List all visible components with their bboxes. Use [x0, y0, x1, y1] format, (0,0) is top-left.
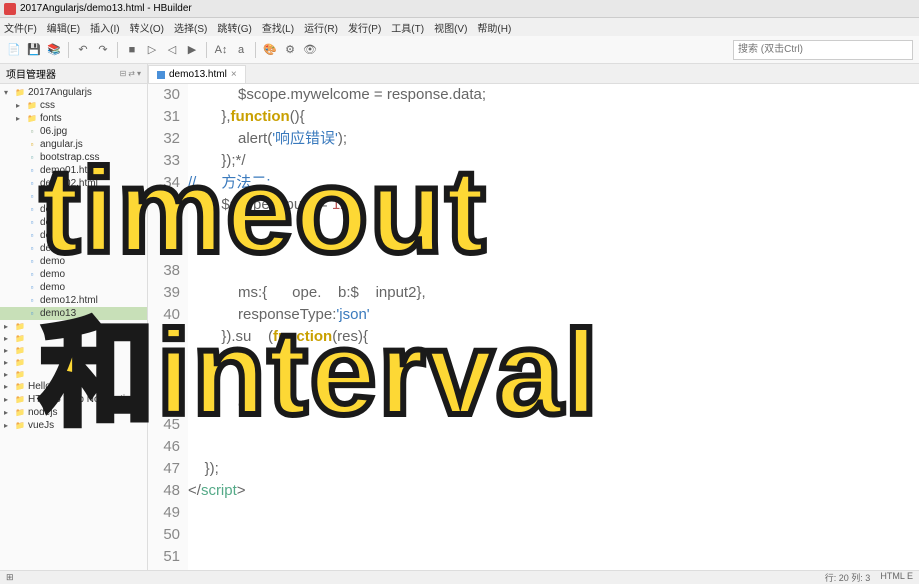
preview-icon[interactable]: 👁 — [302, 42, 318, 58]
tree-item[interactable]: ▸📁Hello — [0, 380, 147, 393]
title-bar: 2017Angularjs/demo13.html - HBuilder — [0, 0, 919, 18]
menu-item[interactable]: 插入(I) — [90, 20, 119, 35]
code-area[interactable]: 3031323334353637383940414243444546474849… — [148, 84, 919, 570]
file-tree: ▾📁2017Angularjs▸📁css▸📁fonts▫06.jpg▫angul… — [0, 84, 147, 570]
editor-tab-active[interactable]: demo13.html × — [148, 65, 246, 83]
tree-item[interactable]: ▫demo — [0, 203, 147, 216]
editor: demo13.html × 30313233343536373839404142… — [148, 64, 919, 570]
status-left: ⊞ — [6, 572, 14, 583]
next-icon[interactable]: ▶ — [184, 42, 200, 58]
font-size-icon[interactable]: A↕ — [213, 42, 229, 58]
menu-item[interactable]: 视图(V) — [434, 20, 467, 35]
tree-item[interactable]: ▫demo — [0, 229, 147, 242]
settings-icon[interactable]: ⚙ — [282, 42, 298, 58]
tree-item[interactable]: ▸📁 — [0, 368, 147, 380]
title-text: 2017Angularjs/demo13.html - HBuilder — [20, 3, 192, 14]
tree-item[interactable]: ▫demo02.html — [0, 177, 147, 190]
run-icon[interactable]: ▷ — [144, 42, 160, 58]
menu-item[interactable]: 选择(S) — [174, 20, 207, 35]
file-icon — [157, 71, 165, 79]
prev-icon[interactable]: ◁ — [164, 42, 180, 58]
search-input[interactable] — [733, 40, 913, 60]
tree-item[interactable]: ▫angular.js — [0, 138, 147, 151]
stop-icon[interactable]: ■ — [124, 42, 140, 58]
sidebar-header: 项目管理器 ⊟ ⇄ ▾ — [0, 64, 147, 84]
collapse-icon[interactable]: ⊟ — [120, 69, 127, 78]
tree-item[interactable]: ▸📁HTML5 Web Notification — [0, 393, 147, 406]
menu-item[interactable]: 文件(F) — [4, 20, 37, 35]
sidebar: 项目管理器 ⊟ ⇄ ▾ ▾📁2017Angularjs▸📁css▸📁fonts▫… — [0, 64, 148, 570]
color-icon[interactable]: 🎨 — [262, 42, 278, 58]
tree-item[interactable]: ▸📁vueJs — [0, 419, 147, 432]
code-content[interactable]: $scope.mywelcome = response.data; },func… — [188, 84, 919, 570]
tree-item[interactable]: ▫demo01.html — [0, 164, 147, 177]
tree-item[interactable]: ▸📁 — [0, 320, 147, 332]
save-icon[interactable]: 💾 — [26, 42, 42, 58]
back-icon[interactable]: ↶ — [75, 42, 91, 58]
menu-item[interactable]: 跳转(G) — [217, 20, 251, 35]
cursor-position: 行: 20 列: 3 — [825, 571, 871, 584]
menu-item[interactable]: 转义(O) — [130, 20, 164, 35]
tree-item[interactable]: ▫demo — [0, 190, 147, 203]
link-icon[interactable]: ⇄ — [128, 69, 135, 78]
editor-tabs: demo13.html × — [148, 64, 919, 84]
tree-item[interactable]: ▫demo12.html — [0, 294, 147, 307]
tree-item[interactable]: ▫bootstrap.css — [0, 151, 147, 164]
menu-bar: 文件(F) 编辑(E) 插入(I) 转义(O) 选择(S) 跳转(G) 查找(L) 运行(R)… — [0, 18, 919, 36]
forward-icon[interactable]: ↷ — [95, 42, 111, 58]
close-icon[interactable]: × — [231, 69, 237, 80]
menu-icon[interactable]: ▾ — [137, 69, 141, 78]
menu-item[interactable]: 工具(T) — [391, 20, 424, 35]
tree-item[interactable]: ▸📁 — [0, 332, 147, 344]
tree-item[interactable]: ▫demo — [0, 268, 147, 281]
status-bar: ⊞ 行: 20 列: 3 HTML E — [0, 570, 919, 584]
tree-item[interactable]: ▸📁 — [0, 356, 147, 368]
tree-item[interactable]: ▫demo — [0, 242, 147, 255]
text-icon[interactable]: a — [233, 42, 249, 58]
tree-item[interactable]: ▸📁nodejs — [0, 406, 147, 419]
sidebar-title: 项目管理器 — [6, 66, 56, 81]
tree-item[interactable]: ▸📁css — [0, 99, 147, 112]
save-all-icon[interactable]: 📚 — [46, 42, 62, 58]
tree-item[interactable]: ▫06.jpg — [0, 125, 147, 138]
new-icon[interactable]: 📄 — [6, 42, 22, 58]
tree-item[interactable]: ▫demo — [0, 216, 147, 229]
menu-item[interactable]: 查找(L) — [262, 20, 294, 35]
tree-item[interactable]: ▫demo13 — [0, 307, 147, 320]
tree-item[interactable]: ▸📁fonts — [0, 112, 147, 125]
menu-item[interactable]: 编辑(E) — [47, 20, 80, 35]
menu-item[interactable]: 运行(R) — [304, 20, 338, 35]
line-gutter: 3031323334353637383940414243444546474849… — [148, 84, 188, 570]
tree-item[interactable]: ▫demo — [0, 255, 147, 268]
tab-label: demo13.html — [169, 69, 227, 80]
menu-item[interactable]: 发行(P) — [348, 20, 381, 35]
tree-item[interactable]: ▸📁 — [0, 344, 147, 356]
language-mode[interactable]: HTML E — [880, 571, 913, 584]
app-icon — [4, 3, 16, 15]
menu-item[interactable]: 帮助(H) — [477, 20, 511, 35]
toolbar: 📄 💾 📚 ↶ ↷ ■ ▷ ◁ ▶ A↕ a 🎨 ⚙ 👁 — [0, 36, 919, 64]
tree-item[interactable]: ▾📁2017Angularjs — [0, 86, 147, 99]
tree-item[interactable]: ▫demo — [0, 281, 147, 294]
